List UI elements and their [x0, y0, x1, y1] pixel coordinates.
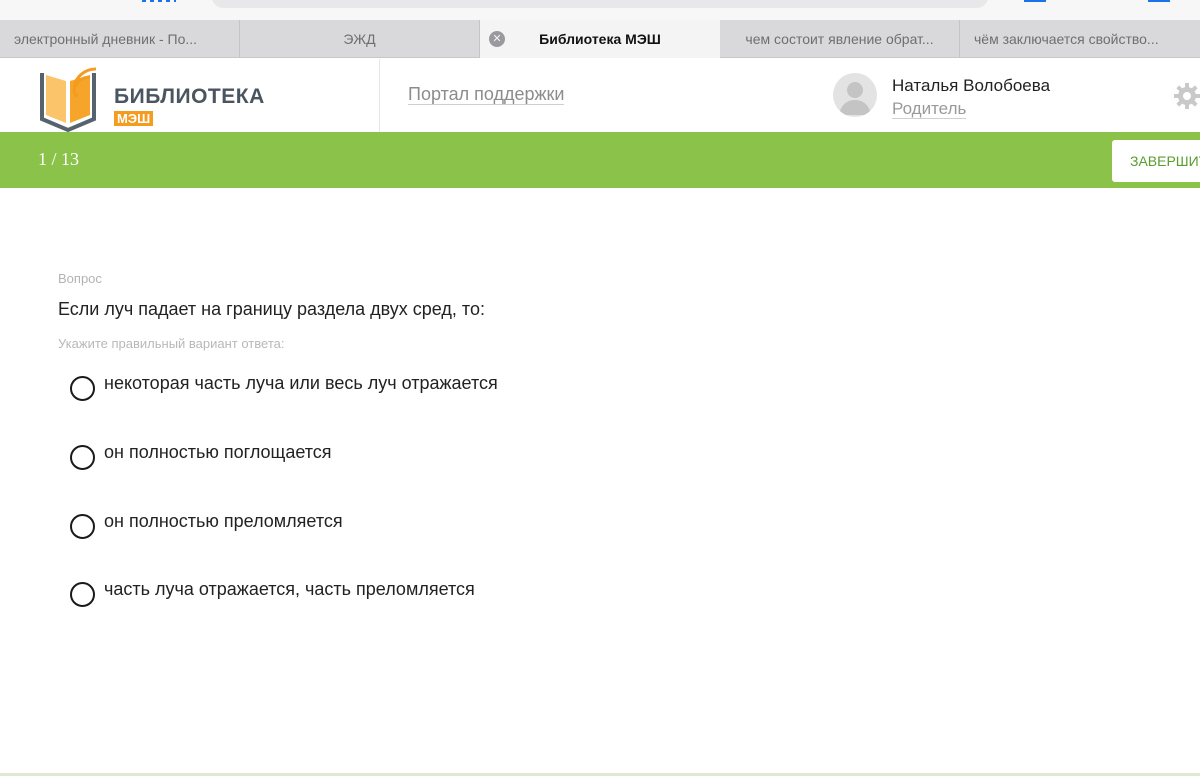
user-role[interactable]: Родитель	[892, 99, 967, 119]
share-icon[interactable]	[1024, 0, 1046, 2]
tabs-icon[interactable]	[1148, 0, 1170, 2]
radio-button[interactable]	[70, 582, 95, 607]
tab-library-active[interactable]: ✕ Библиотека МЭШ	[480, 20, 720, 58]
tab-label: ЭЖД	[343, 31, 376, 47]
tab-edn[interactable]: электронный дневник - По...	[0, 20, 240, 58]
tab-search-1[interactable]: чем состоит явление обрат...	[720, 20, 960, 58]
logo-title: БИБЛИОТЕКА	[114, 85, 265, 108]
radio-button[interactable]	[70, 514, 95, 539]
test-progress-bar: 1 / 13 ЗАВЕРШИТЬ	[0, 132, 1200, 188]
toolbar-icon[interactable]	[142, 0, 176, 2]
logo-subtitle: МЭШ	[114, 111, 154, 126]
avatar-icon[interactable]	[833, 73, 877, 117]
answer-option[interactable]: часть луча отражается, часть преломляетс…	[70, 578, 475, 607]
header-divider	[379, 59, 380, 132]
answer-option[interactable]: он полностью преломляется	[70, 510, 343, 539]
question-label: Вопрос	[58, 271, 102, 286]
logo[interactable]: БИБЛИОТЕКА МЭШ	[38, 67, 268, 133]
book-logo-icon	[40, 67, 97, 133]
answer-hint: Укажите правильный вариант ответа:	[58, 336, 285, 351]
address-bar[interactable]	[212, 0, 988, 8]
answer-option[interactable]: он полностью поглощается	[70, 441, 332, 470]
tab-ezhd[interactable]: ЭЖД	[240, 20, 480, 58]
tab-label: Библиотека МЭШ	[539, 31, 661, 47]
tab-label: чем состоит явление обрат...	[745, 31, 934, 47]
option-label[interactable]: некоторая часть луча или весь луч отража…	[104, 372, 498, 394]
question-text: Если луч падает на границу раздела двух …	[58, 299, 485, 319]
tab-close-icon[interactable]: ✕	[489, 31, 505, 47]
tab-strip: электронный дневник - По... ЭЖД ✕ Библио…	[0, 20, 1200, 58]
finish-button[interactable]: ЗАВЕРШИТЬ	[1112, 140, 1200, 182]
support-portal-link[interactable]: Портал поддержки	[408, 84, 565, 105]
browser-toolbar	[0, 0, 1200, 20]
site-header: БИБЛИОТЕКА МЭШ Портал поддержки Наталья …	[0, 59, 1200, 133]
gear-icon[interactable]	[1174, 83, 1200, 109]
user-name[interactable]: Наталья Волобоева	[892, 76, 1050, 96]
question-counter: 1 / 13	[38, 149, 80, 169]
tab-label: электронный дневник - По...	[14, 31, 198, 47]
tab-search-2[interactable]: чём заключается свойство...	[960, 20, 1200, 58]
radio-button[interactable]	[70, 376, 95, 401]
option-label[interactable]: он полностью поглощается	[104, 441, 332, 463]
answer-option[interactable]: некоторая часть луча или весь луч отража…	[70, 372, 498, 401]
option-label[interactable]: он полностью преломляется	[104, 510, 343, 532]
option-label[interactable]: часть луча отражается, часть преломляетс…	[104, 578, 475, 600]
radio-button[interactable]	[70, 445, 95, 470]
tab-label: чём заключается свойство...	[974, 31, 1159, 47]
